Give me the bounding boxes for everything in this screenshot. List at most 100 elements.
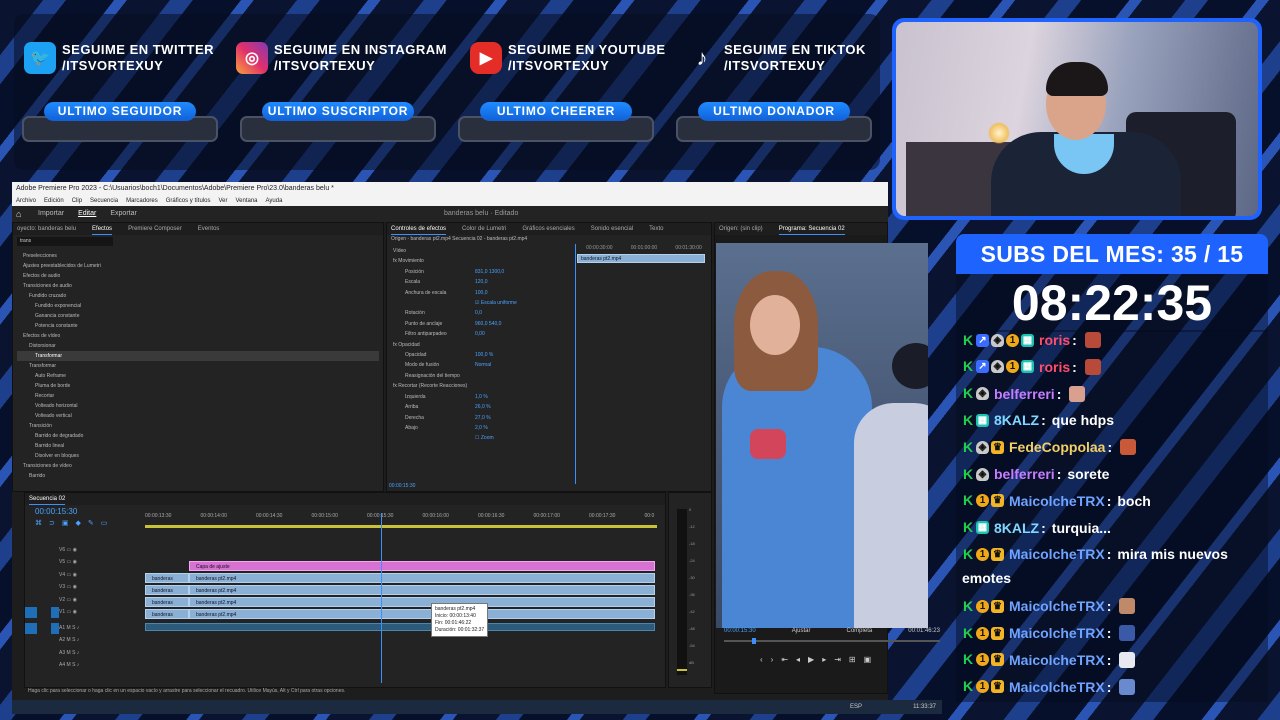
effects-tree-item[interactable]: Efectos de vídeo [17, 331, 379, 341]
menu-item[interactable]: Ventana [235, 196, 257, 206]
effect-property-row[interactable]: Modo de fusión Normal [391, 360, 569, 370]
clip-v4-a[interactable]: banderas pt2.mp4 [145, 573, 189, 592]
chat-username[interactable]: roris [1039, 356, 1070, 378]
property-value[interactable]: ☐ Zoom [475, 433, 494, 443]
timeline-playhead[interactable] [381, 513, 382, 683]
chat-username[interactable]: MaicolcheTRX [1009, 595, 1105, 617]
clip-v3-a[interactable]: banderas pt3.mp4 [145, 585, 189, 604]
effect-property-row[interactable]: Vídeo [391, 246, 569, 256]
eye-icon[interactable]: ▭ ◉ [65, 559, 78, 565]
playback-buttons[interactable]: ‹›⇤◂▶▸⇥⊞▣ [760, 655, 879, 664]
program-fit-select[interactable]: Ajustar [792, 626, 811, 636]
effects-tree-item[interactable]: Ganancia constante [17, 311, 379, 321]
controls-playhead[interactable] [575, 244, 576, 484]
effects-tree-item[interactable]: Pluma de borde [17, 381, 379, 391]
property-value[interactable]: 0,0 [475, 308, 482, 318]
chat-username[interactable]: MaicolcheTRX [1009, 622, 1105, 644]
effects-tree-item[interactable]: Disolver en bloques [17, 451, 379, 461]
audio-clip-a1[interactable] [145, 623, 655, 631]
effects-tree-item[interactable]: Fundido exponencial [17, 301, 379, 311]
eye-icon[interactable]: ▭ ◉ [65, 609, 78, 615]
effect-property-row[interactable]: Rotación 0,0 [391, 308, 569, 318]
controls-tab[interactable]: Texto [649, 223, 663, 235]
effects-tree-item[interactable]: Barrido de degradado [17, 431, 379, 441]
track-header[interactable]: V5 ▭ ◉ [25, 557, 145, 568]
tab-export[interactable]: Exportar [110, 206, 136, 222]
chat-username[interactable]: MaicolcheTRX [1009, 649, 1105, 671]
effect-property-row[interactable]: Reasignación del tiempo [391, 371, 569, 381]
effects-search-input[interactable]: trans [17, 237, 113, 246]
effect-property-row[interactable]: fx Movimiento [391, 256, 569, 266]
effect-property-row[interactable]: Anchura de escala 100,0 [391, 288, 569, 298]
eye-icon[interactable]: ▭ ◉ [65, 572, 78, 578]
effect-property-row[interactable]: Punto de anclaje 960,0 540,0 [391, 319, 569, 329]
timeline-tools[interactable]: ⌘⊃▣◆✎▭ [35, 519, 114, 527]
effect-property-row[interactable]: fx Recortar (Recorte Reacciones) [391, 381, 569, 391]
property-value[interactable]: 120,0 [475, 277, 488, 287]
track-header[interactable]: A2 M S ♪ [25, 635, 145, 646]
property-value[interactable]: 1,0 % [475, 392, 488, 402]
controls-tab[interactable]: Color de Lumetri [462, 223, 506, 235]
effect-property-row[interactable]: Filtro antiparpadeo 0,00 [391, 329, 569, 339]
effects-tree-item[interactable]: Efectos de audio [17, 271, 379, 281]
track-header[interactable]: V4 ▭ ◉ [25, 570, 145, 581]
effect-property-row[interactable]: Posición 831,0 1300,0 [391, 267, 569, 277]
effect-property-row[interactable]: Opacidad 100,0 % [391, 350, 569, 360]
effects-tree-item[interactable]: Barrido lineal [17, 441, 379, 451]
program-playhead[interactable] [752, 638, 756, 644]
menu-item[interactable]: Edición [44, 196, 64, 206]
effects-tree-item[interactable]: Volteado vertical [17, 411, 379, 421]
clip-v4-b[interactable]: banderas pt2.mp4 [189, 573, 655, 583]
adjustment-layer-clip[interactable]: Capa de ajuste [189, 561, 655, 571]
track-header[interactable]: V2 ▭ ◉ [25, 595, 145, 606]
effects-tree-item[interactable]: Recortar [17, 391, 379, 401]
effect-property-row[interactable]: Abajo 2,0 % [391, 423, 569, 433]
chat-username[interactable]: 8KALZ [994, 409, 1039, 431]
effects-tree-item[interactable]: Preselecciones [17, 251, 379, 261]
property-value[interactable]: 27,0 % [475, 413, 491, 423]
property-value[interactable]: Normal [475, 360, 491, 370]
menu-item[interactable]: Marcadores [126, 196, 158, 206]
property-value[interactable]: ☑ Escala uniforme [475, 298, 517, 308]
effects-tree-item[interactable]: Transiciones de audio [17, 281, 379, 291]
clip-v1-a[interactable]: banderas pt2.mp4 [145, 609, 189, 628]
property-value[interactable]: 26,0 % [475, 402, 491, 412]
chat-username[interactable]: MaicolcheTRX [1009, 490, 1105, 512]
tab-source[interactable]: Origen: (sin clip) [719, 223, 763, 235]
controls-tab[interactable]: Sonido esencial [591, 223, 633, 235]
menu-item[interactable]: Secuencia [90, 196, 118, 206]
menu-item[interactable]: Ver [218, 196, 227, 206]
menu-item[interactable]: Archivo [16, 196, 36, 206]
controls-clip[interactable]: banderas pt2.mp4 [577, 254, 705, 263]
effects-tree-item[interactable]: Transiciones de vídeo [17, 461, 379, 471]
track-header[interactable]: A3 M S ♪ [25, 648, 145, 659]
effects-tab[interactable]: Eventos [198, 223, 220, 235]
track-header[interactable]: A4 M S ♪ [25, 660, 145, 671]
eye-icon[interactable]: ▭ ◉ [65, 547, 78, 553]
property-value[interactable]: 0,00 [475, 329, 485, 339]
chat-username[interactable]: 8KALZ [994, 517, 1039, 539]
chat-username[interactable]: roris [1039, 329, 1070, 351]
effects-tree-item[interactable]: Ajustes preestablecidos de Lumetri [17, 261, 379, 271]
effect-property-row[interactable]: ☑ Escala uniforme [391, 298, 569, 308]
controls-tab[interactable]: Controles de efectos [391, 223, 447, 235]
effects-tab[interactable]: oyecto: banderas belu [17, 223, 76, 235]
effects-tree-item[interactable]: Transformar [17, 361, 379, 371]
program-scrubber[interactable] [724, 640, 940, 642]
effects-tree-item[interactable]: Potencia constante [17, 321, 379, 331]
track-header[interactable]: V1 ▭ ◉ [25, 607, 145, 618]
eye-icon[interactable]: ▭ ◉ [65, 584, 78, 590]
menu-item[interactable]: Clip [72, 196, 82, 206]
track-header[interactable]: V3 ▭ ◉ [25, 582, 145, 593]
tab-sequence[interactable]: Secuencia 02 [29, 493, 66, 505]
track-header[interactable]: A1 M S ♪ [25, 623, 145, 634]
mic-icon[interactable]: M S ♪ [65, 650, 80, 656]
effects-tab[interactable]: Efectos [92, 223, 113, 235]
effects-tree-item[interactable]: Transición [17, 421, 379, 431]
effect-property-row[interactable]: Arriba 26,0 % [391, 402, 569, 412]
clip-v1-b[interactable]: banderas pt2.mp4 [189, 609, 655, 619]
mic-icon[interactable]: M S ♪ [65, 625, 80, 631]
chat-username[interactable]: MaicolcheTRX [1009, 676, 1105, 698]
home-icon[interactable]: ⌂ [16, 209, 26, 219]
effects-tree-item[interactable]: Barrido [17, 471, 379, 481]
